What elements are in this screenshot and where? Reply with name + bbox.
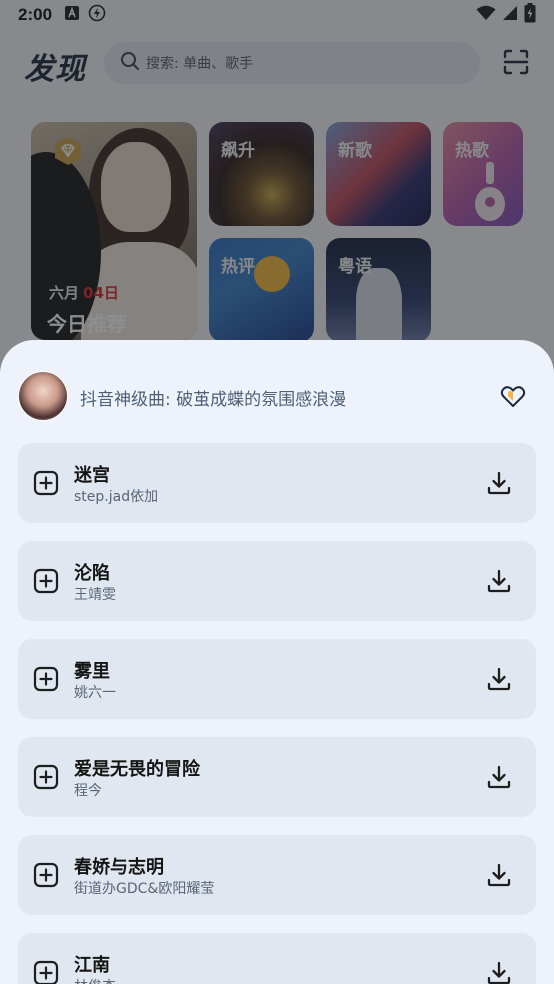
song-title: 江南 [74, 955, 110, 976]
add-to-queue-icon[interactable] [33, 666, 59, 692]
download-icon [487, 765, 511, 789]
add-to-queue-icon[interactable] [33, 960, 59, 984]
add-to-queue-icon[interactable] [33, 568, 59, 594]
download-button[interactable] [484, 468, 514, 498]
add-to-queue-icon[interactable] [33, 470, 59, 496]
song-list: 迷宫 step.jad依加 沦陷 王靖雯 雾里 姚六一 爱是无畏的冒险 程今 春… [18, 443, 536, 984]
song-row[interactable]: 江南 林俊杰 [18, 933, 536, 984]
song-title: 爱是无畏的冒险 [74, 759, 200, 780]
heart-icon [500, 386, 526, 407]
download-button[interactable] [484, 762, 514, 792]
add-to-queue-icon[interactable] [33, 862, 59, 888]
song-title: 雾里 [74, 661, 110, 682]
song-row[interactable]: 迷宫 step.jad依加 [18, 443, 536, 523]
download-button[interactable] [484, 566, 514, 596]
playlist-bottom-sheet: 抖音神级曲: 破茧成蝶的氛围感浪漫 迷宫 step.jad依加 沦陷 王靖雯 雾… [0, 340, 554, 984]
song-title: 春娇与志明 [74, 857, 164, 878]
song-artist: 林俊杰 [74, 976, 116, 984]
download-icon [487, 863, 511, 887]
song-row[interactable]: 爱是无畏的冒险 程今 [18, 737, 536, 817]
download-button[interactable] [484, 860, 514, 890]
song-row[interactable]: 雾里 姚六一 [18, 639, 536, 719]
download-button[interactable] [484, 664, 514, 694]
song-artist: 程今 [74, 783, 102, 799]
download-icon [487, 471, 511, 495]
song-row[interactable]: 沦陷 王靖雯 [18, 541, 536, 621]
song-artist: step.jad依加 [74, 489, 159, 505]
song-row[interactable]: 春娇与志明 街道办GDC&欧阳耀莹 [18, 835, 536, 915]
song-title: 迷宫 [74, 465, 110, 486]
like-button[interactable] [500, 384, 526, 410]
song-title: 沦陷 [74, 563, 110, 584]
download-icon [487, 569, 511, 593]
playlist-title: 抖音神级曲: 破茧成蝶的氛围感浪漫 [80, 390, 347, 410]
playlist-avatar [18, 371, 68, 421]
add-to-queue-icon[interactable] [33, 764, 59, 790]
download-button[interactable] [484, 958, 514, 984]
song-artist: 姚六一 [74, 685, 116, 701]
download-icon [487, 667, 511, 691]
song-artist: 王靖雯 [74, 587, 116, 603]
sheet-header: 抖音神级曲: 破茧成蝶的氛围感浪漫 [0, 340, 554, 444]
song-artist: 街道办GDC&欧阳耀莹 [74, 881, 215, 897]
download-icon [487, 961, 511, 984]
